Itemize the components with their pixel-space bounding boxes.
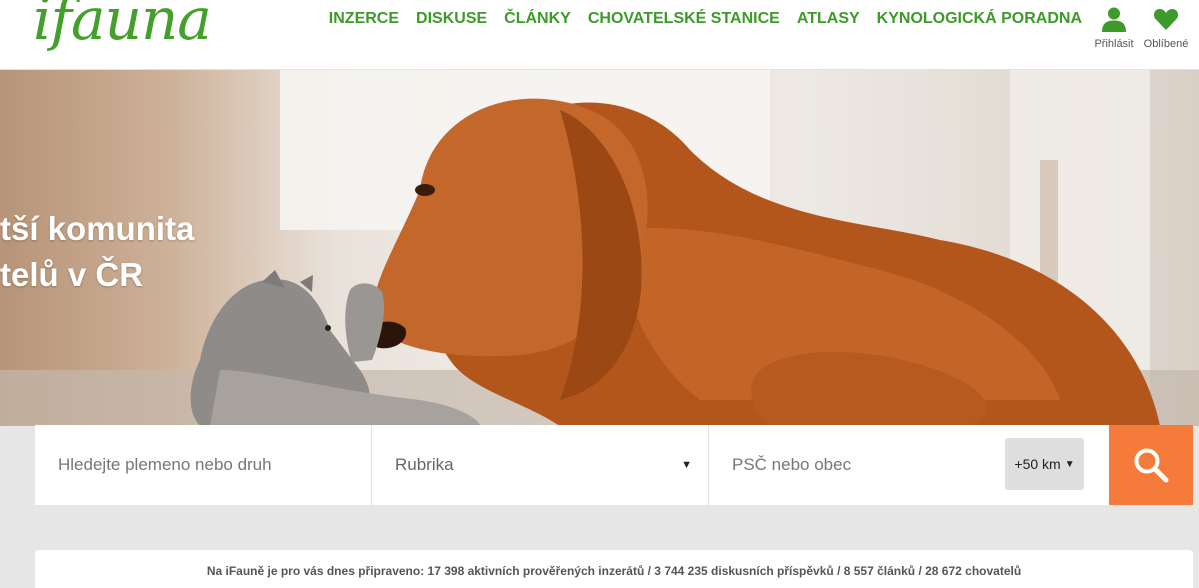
dropdown-arrow-icon: ▼ bbox=[681, 459, 692, 471]
site-stats-text: Na iFauně je pro vás dnes připraveno: 17… bbox=[206, 564, 1022, 578]
radius-dropdown-arrow-icon: ▼ bbox=[1064, 458, 1075, 470]
site-header: ifauna INZERCE DISKUSE ČLÁNKY CHOVATELSK… bbox=[0, 0, 1199, 70]
search-bar: Rubrika ▼ +50 km ▼ bbox=[35, 425, 1193, 505]
hero-banner: tší komunita telů v ČR bbox=[0, 70, 1199, 426]
radius-select-label: +50 km bbox=[1014, 456, 1061, 472]
nav-item-inzerce[interactable]: INZERCE bbox=[329, 9, 399, 29]
hero-heading-line-2: telů v ČR bbox=[0, 256, 144, 293]
user-icon bbox=[1102, 7, 1126, 32]
nav-item-kynologicka-poradna[interactable]: KYNOLOGICKÁ PORADNA bbox=[877, 9, 1082, 29]
category-select-label: Rubrika bbox=[395, 455, 454, 474]
favorites-label: Oblíbené bbox=[1143, 38, 1189, 50]
login-label: Přihlásit bbox=[1094, 38, 1134, 50]
hero-heading: tší komunita telů v ČR bbox=[0, 206, 194, 298]
favorites-button[interactable]: Oblíbené bbox=[1136, 6, 1196, 50]
hero-heading-line-1: tší komunita bbox=[0, 210, 195, 247]
nav-item-clanky[interactable]: ČLÁNKY bbox=[504, 9, 571, 29]
category-field: Rubrika ▼ bbox=[372, 425, 709, 505]
query-field bbox=[35, 425, 372, 505]
breed-search-input[interactable] bbox=[35, 425, 371, 505]
nav-item-diskuse[interactable]: DISKUSE bbox=[416, 9, 487, 29]
nav-item-atlasy[interactable]: ATLASY bbox=[797, 9, 860, 29]
site-stats-bar: Na iFauně je pro vás dnes připraveno: 17… bbox=[35, 550, 1193, 588]
heart-icon bbox=[1153, 9, 1179, 30]
nav-item-chovatelske-stanice[interactable]: CHOVATELSKÉ STANICE bbox=[588, 9, 780, 29]
main-nav: INZERCE DISKUSE ČLÁNKY CHOVATELSKÉ STANI… bbox=[329, 9, 1082, 29]
radius-select[interactable]: +50 km ▼ bbox=[1005, 438, 1084, 490]
search-button[interactable] bbox=[1109, 425, 1193, 505]
login-button[interactable]: Přihlásit bbox=[1084, 6, 1144, 50]
search-icon bbox=[1134, 448, 1169, 483]
location-field: +50 km ▼ bbox=[709, 425, 1109, 505]
category-select[interactable]: Rubrika ▼ bbox=[372, 425, 708, 505]
site-logo[interactable]: ifauna bbox=[33, 0, 212, 54]
